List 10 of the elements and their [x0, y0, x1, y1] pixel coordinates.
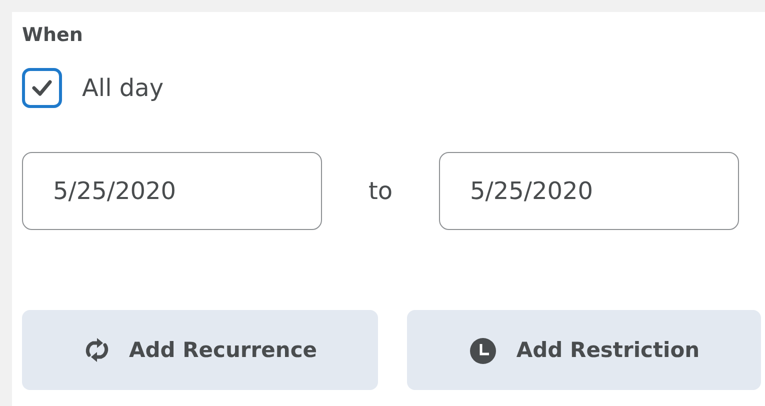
add-restriction-button[interactable]: Add Restriction — [407, 310, 761, 390]
checkmark-icon — [31, 79, 53, 97]
add-recurrence-button[interactable]: Add Recurrence — [22, 310, 378, 390]
section-title: When — [22, 23, 84, 48]
clock-icon — [468, 335, 498, 365]
end-date-field[interactable]: 5/25/2020 — [439, 152, 739, 230]
range-separator: to — [367, 177, 394, 205]
all-day-checkbox[interactable] — [22, 68, 62, 108]
start-date-field[interactable]: 5/25/2020 — [22, 152, 322, 230]
checkbox-label: All day — [82, 74, 164, 102]
